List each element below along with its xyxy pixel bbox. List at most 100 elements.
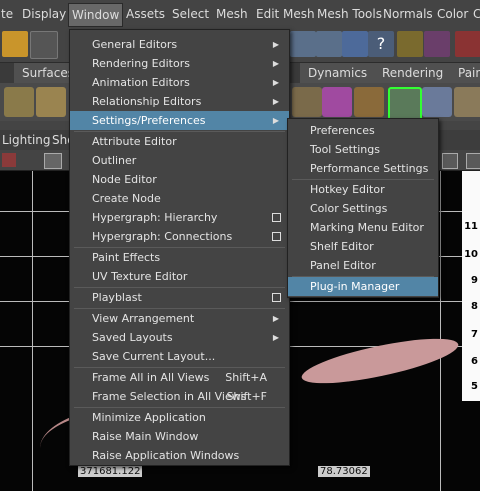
magnet-icon[interactable] bbox=[455, 31, 480, 57]
menu-item-frame-all[interactable]: Frame All in All Views Shift+A bbox=[70, 368, 289, 387]
save-icon[interactable] bbox=[30, 31, 58, 59]
option-box-icon[interactable] bbox=[272, 293, 281, 302]
menu-item-label: Attribute Editor bbox=[92, 135, 177, 148]
grid-line bbox=[440, 171, 441, 491]
plane-icon[interactable] bbox=[36, 87, 66, 117]
menu-assets[interactable]: Assets bbox=[126, 7, 165, 21]
submenu-arrow-icon: ▶ bbox=[272, 97, 279, 106]
menu-item-rendering-editors[interactable]: Rendering Editors ▶ bbox=[70, 54, 289, 73]
ruler-label: 10 bbox=[464, 249, 478, 260]
menu-item-attribute-editor[interactable]: Attribute Editor bbox=[70, 132, 289, 151]
menu-item-label: Marking Menu Editor bbox=[310, 221, 424, 234]
menu-item-performance-settings[interactable]: Performance Settings bbox=[288, 159, 438, 178]
menu-item-frame-selection[interactable]: Frame Selection in All Views Shift+F bbox=[70, 387, 289, 406]
grid-toggle-icon[interactable] bbox=[44, 153, 62, 169]
ruler: 11 10 9 8 7 6 5 bbox=[462, 171, 480, 401]
menu-item-animation-editors[interactable]: Animation Editors ▶ bbox=[70, 73, 289, 92]
menu-item-label: View Arrangement bbox=[92, 312, 195, 325]
menu-normals[interactable]: Normals bbox=[383, 7, 433, 21]
menu-item-saved-layouts[interactable]: Saved Layouts ▶ bbox=[70, 328, 289, 347]
snap-point-icon[interactable] bbox=[342, 31, 368, 57]
menu-item-label: Settings/Preferences bbox=[92, 114, 206, 127]
menu-item-label: Hypergraph: Hierarchy bbox=[92, 211, 218, 224]
ruler-label: 11 bbox=[464, 221, 478, 232]
menu-item-raise-main-window[interactable]: Raise Main Window bbox=[70, 427, 289, 446]
menu-item-label: Animation Editors bbox=[92, 76, 190, 89]
menu-item-label: General Editors bbox=[92, 38, 178, 51]
shortcut-label: Shift+F bbox=[226, 390, 267, 403]
render-icon[interactable] bbox=[422, 87, 452, 117]
settings-preferences-submenu: Preferences Tool Settings Performance Se… bbox=[287, 118, 439, 298]
menu-item-general-editors[interactable]: General Editors ▶ bbox=[70, 35, 289, 54]
help-icon[interactable]: ? bbox=[368, 31, 394, 57]
box-icon[interactable] bbox=[354, 87, 384, 117]
menu-item-hypergraph-connections[interactable]: Hypergraph: Connections bbox=[70, 227, 289, 246]
sphere-icon[interactable] bbox=[292, 87, 322, 117]
texture-icon[interactable] bbox=[454, 87, 480, 117]
lock-icon[interactable] bbox=[397, 31, 423, 57]
menu-item-hotkey-editor[interactable]: Hotkey Editor bbox=[288, 180, 438, 199]
menu-item-label: Raise Application Windows bbox=[92, 449, 240, 462]
menu-item-view-arrangement[interactable]: View Arrangement ▶ bbox=[70, 309, 289, 328]
menu-item-color-settings[interactable]: Color Settings bbox=[288, 199, 438, 218]
menu-item-plug-in-manager[interactable]: Plug-in Manager bbox=[288, 277, 438, 296]
menu-item-paint-effects[interactable]: Paint Effects bbox=[70, 248, 289, 267]
isolate-icon[interactable] bbox=[442, 153, 458, 169]
menu-select[interactable]: Select bbox=[172, 7, 209, 21]
menu-item-label: Color Settings bbox=[310, 202, 388, 215]
cube-icon[interactable] bbox=[322, 87, 352, 117]
option-box-icon[interactable] bbox=[272, 232, 281, 241]
menu-item-relationship-editors[interactable]: Relationship Editors ▶ bbox=[70, 92, 289, 111]
xray-icon[interactable] bbox=[466, 153, 480, 169]
menu-item-marking-menu-editor[interactable]: Marking Menu Editor bbox=[288, 218, 438, 237]
menu-item-panel-editor[interactable]: Panel Editor bbox=[288, 256, 438, 275]
menu-edit-mesh[interactable]: Edit Mesh bbox=[256, 7, 315, 21]
cone-icon[interactable] bbox=[4, 87, 34, 117]
menu-item-tool-settings[interactable]: Tool Settings bbox=[288, 140, 438, 159]
snap-curve-icon[interactable] bbox=[316, 31, 342, 57]
menu-item-playblast[interactable]: Playblast bbox=[70, 288, 289, 307]
snap-grid-icon[interactable] bbox=[290, 31, 316, 57]
option-box-icon[interactable] bbox=[272, 213, 281, 222]
menu-item-save-current-layout[interactable]: Save Current Layout... bbox=[70, 347, 289, 366]
camera-icon[interactable] bbox=[2, 153, 16, 167]
menu-item-label: Minimize Application bbox=[92, 411, 206, 424]
shortcut-label: Shift+A bbox=[225, 371, 267, 384]
menu-window[interactable]: Window bbox=[68, 3, 124, 27]
tab-rendering[interactable]: Rendering bbox=[374, 63, 451, 83]
menu-display[interactable]: Display bbox=[22, 7, 66, 21]
menu-mesh[interactable]: Mesh bbox=[216, 7, 248, 21]
uv-icon[interactable] bbox=[388, 87, 422, 121]
menu-item-settings-preferences[interactable]: Settings/Preferences ▶ bbox=[70, 111, 289, 130]
window-menu: General Editors ▶ Rendering Editors ▶ Anim… bbox=[69, 29, 290, 466]
menu-mesh-tools[interactable]: Mesh Tools bbox=[317, 7, 382, 21]
select-icon[interactable] bbox=[424, 31, 450, 57]
menu-item-uv-texture-editor[interactable]: UV Texture Editor bbox=[70, 267, 289, 286]
menu-item-label: Save Current Layout... bbox=[92, 350, 216, 363]
menu-item-shelf-editor[interactable]: Shelf Editor bbox=[288, 237, 438, 256]
submenu-arrow-icon: ▶ bbox=[272, 314, 279, 323]
menu-item-raise-application-windows[interactable]: Raise Application Windows bbox=[70, 446, 289, 465]
menu-item-label: Paint Effects bbox=[92, 251, 161, 264]
menu-item-minimize-application[interactable]: Minimize Application bbox=[70, 408, 289, 427]
panel-menu-lighting[interactable]: Lighting bbox=[2, 133, 51, 147]
menu-item-node-editor[interactable]: Node Editor bbox=[70, 170, 289, 189]
tab-dynamics[interactable]: Dynamics bbox=[300, 63, 375, 83]
menu-item-label: Frame All in All Views bbox=[92, 371, 210, 384]
menu-item-hypergraph-hierarchy[interactable]: Hypergraph: Hierarchy bbox=[70, 208, 289, 227]
menu-item-label: Playblast bbox=[92, 291, 142, 304]
menu-item-label: Node Editor bbox=[92, 173, 157, 186]
menu-te[interactable]: te bbox=[1, 7, 13, 21]
menu-color[interactable]: Color bbox=[437, 7, 468, 21]
menu-item-create-node[interactable]: Create Node bbox=[70, 189, 289, 208]
menu-c[interactable]: C bbox=[473, 7, 480, 21]
menu-item-label: Shelf Editor bbox=[310, 240, 374, 253]
submenu-arrow-icon: ▶ bbox=[272, 59, 279, 68]
tab-painteffects[interactable]: PaintE bbox=[450, 63, 480, 83]
menu-item-outliner[interactable]: Outliner bbox=[70, 151, 289, 170]
menu-item-label: Outliner bbox=[92, 154, 137, 167]
menu-item-label: Saved Layouts bbox=[92, 331, 173, 344]
main-menubar: te Display Window Assets Select Mesh Edi… bbox=[0, 0, 480, 29]
menu-item-preferences[interactable]: Preferences bbox=[288, 121, 438, 140]
open-folder-icon[interactable] bbox=[2, 31, 28, 57]
